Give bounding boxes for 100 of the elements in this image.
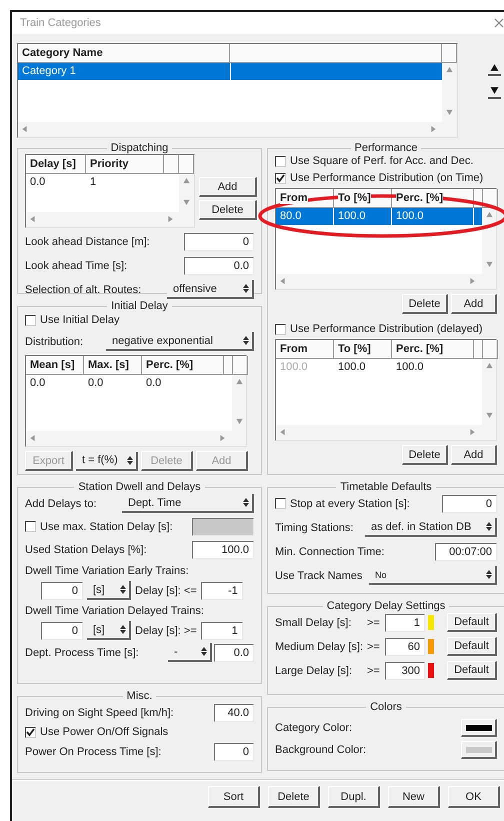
scroll-right-icon — [469, 429, 476, 436]
dialog-button[interactable]: New — [388, 786, 440, 808]
input-field[interactable]: -1 — [200, 582, 243, 600]
color-button[interactable] — [461, 741, 497, 759]
checkbox[interactable] — [25, 726, 36, 738]
dropdown[interactable]: - — [168, 643, 212, 662]
header-filler — [164, 155, 179, 174]
dropdown[interactable]: [s] — [87, 581, 131, 600]
field-label: Dwell Time Variation Delayed Trains: — [25, 604, 204, 616]
input-field[interactable]: 0.0 — [184, 256, 254, 274]
checkbox-label: Use Square of Perf. for Acc. and Dec. — [290, 155, 474, 167]
table-cell: 100.0 — [392, 208, 474, 225]
updown-caret-icon — [243, 284, 249, 293]
input-field[interactable]: 0 — [184, 232, 254, 250]
input-field[interactable] — [192, 518, 254, 536]
field-label: Look ahead Time [s]: — [25, 260, 128, 272]
dialog-button[interactable]: Delete — [268, 786, 320, 808]
default-button[interactable]: Default — [447, 613, 497, 632]
column-header: Perc. [%] — [392, 340, 474, 359]
field-label: Power On Process Time [s]: — [25, 746, 162, 758]
dropdown[interactable]: offensive — [167, 280, 254, 299]
action-button[interactable]: Add — [451, 294, 497, 314]
field-label: Small Delay [s]: — [275, 616, 352, 628]
updown-caret-icon — [120, 585, 126, 594]
field-label: Background Color: — [275, 744, 366, 756]
group-title: Station Dwell and Delays — [77, 481, 202, 493]
action-button[interactable]: Delete — [402, 294, 448, 314]
scroll-up-icon — [486, 211, 492, 218]
input-field[interactable]: 300 — [385, 662, 425, 680]
table-row[interactable]: 100.0 100.0 100.0 — [276, 359, 482, 376]
updown-caret-icon — [486, 522, 492, 531]
table-cell-text: 0.0 — [29, 376, 46, 391]
input-field[interactable]: 40.0 — [214, 704, 254, 722]
action-button[interactable]: Add — [451, 445, 497, 465]
field-label: Large Delay [s]: — [275, 664, 354, 676]
triangle-down-icon — [490, 86, 499, 95]
action-button[interactable]: Delete — [199, 200, 257, 220]
scroll-up-icon — [236, 378, 242, 385]
updown-caret-icon — [243, 336, 249, 345]
checkbox[interactable] — [275, 156, 286, 166]
group-title: Misc. — [126, 690, 154, 702]
table-row[interactable]: 80.0 100.0 100.0 — [276, 208, 482, 225]
operator-label: >= — [367, 664, 381, 676]
dropdown[interactable]: t = f(%) — [76, 452, 138, 470]
column-header: Mean [s] — [26, 356, 84, 375]
updown-caret-icon — [120, 625, 126, 634]
scroll-up-icon — [446, 66, 453, 73]
table-cell-text: 0.0 — [87, 376, 104, 391]
input-field[interactable]: 60 — [385, 638, 425, 656]
table-row[interactable]: 0.0 0.0 0.0 — [26, 375, 232, 392]
column-header: Priority — [86, 155, 164, 174]
default-button[interactable]: Default — [447, 637, 497, 656]
color-button[interactable] — [461, 719, 497, 737]
checkbox-label: Use Power On/Off Signals — [40, 726, 168, 738]
dropdown[interactable]: as def. in Station DB — [365, 518, 497, 537]
input-field[interactable]: 100.0 — [192, 540, 254, 558]
input-field[interactable]: 0 — [41, 622, 83, 640]
input-field[interactable]: 0 — [214, 742, 254, 760]
updown-caret-icon — [243, 498, 249, 507]
updown-caret-icon — [486, 570, 492, 579]
dropdown[interactable]: Dept. Time — [122, 494, 254, 513]
checkbox[interactable] — [275, 172, 286, 184]
table-row[interactable]: 0.0 1 — [26, 174, 179, 191]
dropdown[interactable]: No — [369, 566, 497, 585]
checkbox-label: Use Performance Distribution (on Time) — [290, 172, 484, 184]
field-label: Medium Delay [s]: — [275, 640, 364, 652]
input-field[interactable]: 1 — [385, 614, 425, 632]
group-title: Dispatching — [110, 142, 170, 154]
dropdown[interactable]: [s] — [87, 621, 131, 640]
input-field[interactable]: 1 — [200, 622, 243, 640]
field-label: Used Station Delays [%]: — [25, 544, 147, 556]
checkbox[interactable] — [275, 498, 286, 509]
dialog-button[interactable]: Sort — [208, 786, 260, 808]
action-button[interactable]: Delete — [402, 445, 448, 465]
scroll-up-icon — [486, 362, 492, 369]
action-button[interactable]: Add — [199, 177, 257, 197]
table-row[interactable]: Category 1 — [18, 63, 442, 80]
input-field[interactable]: 0 — [41, 582, 83, 600]
scroll-down-icon — [236, 418, 242, 425]
close-icon[interactable] — [494, 18, 504, 28]
dialog-button[interactable]: Dupl. — [328, 786, 380, 808]
scroll-down-icon — [183, 199, 190, 206]
field-label: Look ahead Distance [m]: — [25, 236, 150, 248]
table-cell-text: 0.0 — [29, 175, 46, 190]
column-header: Max. [s] — [84, 356, 142, 375]
field-label: Distribution: — [25, 336, 84, 348]
scroll-down-icon — [486, 412, 492, 419]
checkbox-label: Stop at every Station [s]: — [290, 498, 410, 510]
input-field[interactable]: 00:07:00 — [435, 542, 497, 560]
input-field[interactable]: 0 — [442, 494, 497, 512]
table-cell-text: 0.0 — [145, 376, 162, 391]
table-cell-text: 100.0 — [337, 360, 367, 375]
input-field[interactable]: 0.0 — [214, 644, 254, 662]
checkbox[interactable] — [25, 521, 36, 532]
checkbox[interactable] — [25, 314, 36, 326]
scroll-left-icon — [279, 429, 286, 436]
dialog-button[interactable]: OK — [448, 786, 500, 808]
default-button[interactable]: Default — [447, 661, 497, 680]
checkbox[interactable] — [275, 324, 286, 334]
dropdown[interactable]: negative exponential — [106, 332, 254, 351]
